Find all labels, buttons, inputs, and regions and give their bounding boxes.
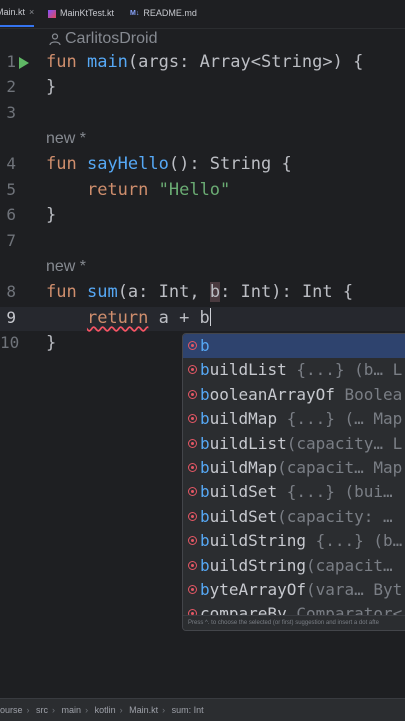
code-line-current: return a + b	[86, 308, 211, 328]
completion-item[interactable]: buildList(capacity… L	[183, 432, 405, 456]
code-line: fun sayHello(): String {	[46, 154, 292, 174]
tab-label: MainKtTest.kt	[60, 8, 115, 18]
tab-label: Main.kt	[0, 7, 26, 17]
line-number: 2	[6, 77, 16, 96]
function-icon	[188, 536, 197, 545]
completion-item[interactable]: b	[183, 334, 405, 358]
completion-item[interactable]: buildSet {...} (bui…	[183, 480, 405, 504]
breadcrumb-item[interactable]: Main.kt	[129, 699, 158, 721]
line-number: 1	[6, 52, 16, 71]
function-icon	[188, 439, 197, 448]
completion-item[interactable]: buildString {...} (b… L	[183, 529, 405, 553]
breadcrumb-item[interactable]: main	[62, 699, 82, 721]
breadcrumb-item[interactable]: src	[36, 699, 48, 721]
code-line: fun sum(a: Int, b: Int): Int {	[46, 282, 354, 302]
tab-readme-md[interactable]: M↓ README.md	[130, 0, 197, 27]
code-author-hint: CarlitosDroid	[48, 30, 157, 48]
line-number: 3	[6, 103, 16, 122]
line-number: 5	[6, 180, 16, 199]
completion-item[interactable]: booleanArrayOf Boolea	[183, 383, 405, 407]
tab-mainkttest-kt[interactable]: MainKtTest.kt	[48, 0, 114, 27]
code-line: fun main(args: Array<String>) {	[46, 52, 364, 72]
function-icon	[188, 487, 197, 496]
function-icon	[188, 512, 197, 521]
breadcrumb-item[interactable]: sum: Int	[172, 699, 204, 721]
completion-footer-hint: Press ^. to choose the selected (or firs…	[183, 615, 405, 630]
line-number: 8	[6, 282, 16, 301]
function-icon	[188, 390, 197, 399]
code-line: return "Hello"	[86, 180, 231, 200]
code-line: }	[46, 77, 57, 97]
line-number: 7	[6, 231, 16, 250]
parameter-icon	[188, 341, 197, 350]
editor-tab-bar: Main.kt × MainKtTest.kt M↓ README.md	[0, 0, 405, 29]
completion-item[interactable]: buildMap {...} (… Map	[183, 407, 405, 431]
completion-item[interactable]: buildString(capacit…	[183, 554, 405, 578]
function-icon	[188, 414, 197, 423]
code-completion-popup: b buildList {...} (b… L booleanArrayOf B…	[182, 333, 405, 631]
usages-hint[interactable]: new *	[46, 258, 86, 276]
breadcrumb-item[interactable]: ourse	[0, 699, 23, 721]
breadcrumb-item[interactable]: kotlin	[95, 699, 116, 721]
code-line: }	[46, 205, 57, 225]
function-icon	[188, 561, 197, 570]
run-gutter-icon[interactable]	[19, 57, 29, 69]
code-line: }	[46, 333, 57, 353]
line-number: 9	[6, 308, 16, 327]
function-icon	[188, 365, 197, 374]
function-icon	[188, 463, 197, 472]
markdown-file-icon: M↓	[130, 10, 140, 17]
completion-item[interactable]: buildList {...} (b… L	[183, 358, 405, 382]
completion-item[interactable]: byteArrayOf(vara… Byt	[183, 578, 405, 602]
status-bar-breadcrumb: ourse › src › main › kotlin › Main.kt › sum: …	[0, 698, 405, 721]
completion-item[interactable]: buildMap(capacit… Map	[183, 456, 405, 480]
line-number: 4	[6, 154, 16, 173]
completion-item[interactable]: buildSet(capacity: …	[183, 505, 405, 529]
line-number: 6	[6, 205, 16, 224]
person-icon	[49, 33, 61, 46]
kotlin-file-icon	[48, 9, 56, 18]
tab-main-kt[interactable]: Main.kt ×	[0, 0, 35, 27]
tab-label: README.md	[143, 8, 197, 18]
text-caret	[209, 308, 211, 326]
close-icon[interactable]: ×	[29, 0, 34, 26]
line-number: 10	[0, 333, 20, 352]
function-icon	[188, 585, 197, 594]
author-name: CarlitosDroid	[65, 30, 158, 47]
usages-hint[interactable]: new *	[46, 130, 86, 148]
